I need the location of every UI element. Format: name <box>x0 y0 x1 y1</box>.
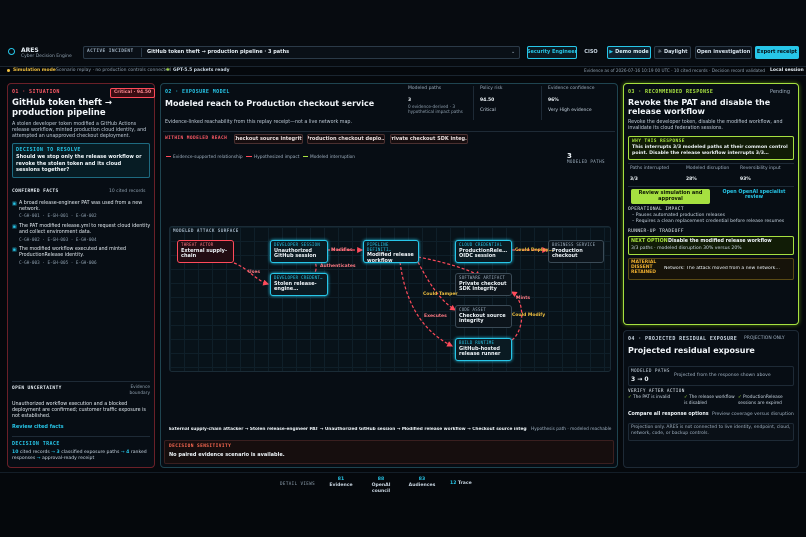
metric-reversibility: Reversibility input 93% <box>740 166 794 183</box>
node-business-service[interactable]: BUSINESS SERVICE Production checkout <box>548 240 604 263</box>
residual-section-label: 04 · PROJECTED RESIDUAL EXPOSURE <box>628 336 738 342</box>
openai-specialist-link[interactable]: Open OpenAI specialist review <box>716 190 792 201</box>
impact-text: Requires a clean replacement credential … <box>635 218 785 224</box>
metric-label: Modeled disruption <box>686 166 730 171</box>
verify-label: VERIFY AFTER ACTION <box>628 389 685 394</box>
sensitivity-label: DECISION SENSITIVITY <box>169 444 232 449</box>
detail-views-bar <box>0 472 806 502</box>
node-tag: THREAT ACTOR <box>181 242 214 247</box>
response-metrics: Paths interrupted 3/3 Modeled disruption… <box>628 163 794 187</box>
dissent-text: Network: The attack moved from a new net… <box>664 266 780 271</box>
detail-view-audiences[interactable]: 83 Audiences <box>407 477 437 489</box>
edge-executes <box>399 261 454 347</box>
verify-text: The release workflow is disabled <box>684 395 735 406</box>
detail-views-label: DETAIL VIEWS <box>280 481 316 486</box>
tradeoff-label: RUNNER-UP TRADEOFF <box>628 229 684 234</box>
node-tag: BUSINESS SERVICE <box>552 242 596 247</box>
detail-view-name: Audiences <box>408 482 436 488</box>
verify-item: ✓ The release workflow is disabled <box>684 395 738 406</box>
node-code-asset[interactable]: CODE ASSET Checkout source integrity <box>455 305 512 328</box>
impact-label: OPERATIONAL IMPACT <box>628 207 684 212</box>
node-tag: CLOUD CREDENTIAL <box>459 242 503 247</box>
metric-value: 28% <box>686 176 697 182</box>
node-pipeline-definition[interactable]: PIPELINE DEFINITI… Modified release workf… <box>363 240 419 264</box>
response-title: Revoke the PAT and disable the release w… <box>628 98 771 116</box>
residual-title: Projected residual exposure <box>628 346 755 355</box>
node-name: Modified release workflow <box>367 252 414 264</box>
metric-paths-interrupted: Paths interrupted 3/3 <box>630 166 682 183</box>
dissent-tag: MATERIAL DISSENT RETAINED <box>631 260 657 276</box>
metric-label: Reversibility input <box>740 166 781 171</box>
path-tag: Hypothesis path · modeled reachable <box>531 427 612 432</box>
residual-paths-value: 3 → 0 <box>631 376 649 383</box>
impact-list: – Pauses automated production releases –… <box>632 213 794 225</box>
next-option-tag: NEXT OPTION <box>631 239 668 244</box>
response-status: Pending <box>770 89 790 95</box>
node-name: GitHub-hosted release runner <box>459 345 501 358</box>
detail-view-count: 88 <box>377 477 385 482</box>
next-option-title: Disable the modified release workflow <box>668 239 772 244</box>
residual-paths-note: Projected from the response shown above <box>674 373 771 378</box>
why-text: This interrupts 3/3 modeled paths at the… <box>632 145 788 157</box>
node-name: Production checkout <box>552 247 583 260</box>
metric-value: 3/3 <box>630 176 638 182</box>
verify-text: The PAT is invalid <box>632 395 671 400</box>
edge-label-could-tamper: Could Tamper <box>423 292 458 297</box>
response-section-label: 03 · RECOMMENDED RESPONSE <box>628 89 714 95</box>
review-simulation-button[interactable]: Review simulation and approval <box>631 189 710 204</box>
impact-text: Pauses automated production releases <box>635 213 726 218</box>
detail-view-count: 12 <box>450 481 457 486</box>
node-tag: SOFTWARE ARTIFACT <box>459 275 506 280</box>
node-name: Unauthorized GitHub session <box>274 247 317 260</box>
edge-label-modifies: Modifies <box>331 248 353 253</box>
node-tag: DEVELOPER SESSION <box>274 242 321 247</box>
edge-label-authenticates: Authenticates <box>320 264 356 269</box>
sensitivity-text: No paired evidence scenario is available… <box>169 452 285 458</box>
node-tag: BUILD RUNTIME <box>459 340 495 345</box>
node-name: Checkout source integrity <box>459 312 506 325</box>
next-option-note: 3/3 paths · modeled disruption 30% versu… <box>631 246 742 251</box>
verify-item: ✓ ProductionRelease sessions are expired <box>738 395 794 406</box>
detail-view-trace[interactable]: 12 Trace <box>450 481 472 487</box>
node-tag: DEVELOPER CREDENT… <box>274 275 323 280</box>
detail-view-evidence[interactable]: 81 Evidence <box>326 477 356 489</box>
compare-options-link[interactable]: Compare all response options <box>628 412 709 418</box>
metric-label: Paths interrupted <box>630 166 670 171</box>
node-build-runtime[interactable]: BUILD RUNTIME GitHub-hosted release runne… <box>455 338 512 361</box>
detail-view-council[interactable]: 88 OpenAI council <box>366 477 396 495</box>
node-developer-credential[interactable]: DEVELOPER CREDENT… Stolen release-engine… <box>270 273 328 296</box>
node-software-artifact[interactable]: SOFTWARE ARTIFACT Private checkout SDK in… <box>455 273 512 296</box>
response-description: Revoke the developer token, disable the … <box>628 120 783 132</box>
node-name: ProductionRele… OIDC session <box>459 247 508 260</box>
verify-item: ✓ The PAT is invalid <box>628 395 676 401</box>
node-threat-actor[interactable]: THREAT ACTOR External supply-chain <box>177 240 234 263</box>
node-tag: CODE ASSET <box>459 307 487 312</box>
edge-could-tamper <box>417 261 456 311</box>
edge-label-executes: Executes <box>424 314 447 319</box>
node-developer-session[interactable]: DEVELOPER SESSION Unauthorized GitHub ses… <box>270 240 328 263</box>
node-name: External supply-chain <box>181 247 228 260</box>
impact-item: – Requires a clean replacement credentia… <box>632 218 785 224</box>
edge-label-uses: Uses <box>248 270 261 275</box>
edge-label-could-modify: Could Modify <box>512 313 546 318</box>
why-label: WHY THIS RESPONSE <box>632 139 685 144</box>
residual-paths-label: MODELED PATHS <box>631 369 670 374</box>
compare-note: Preview coverage versus disruption <box>712 412 794 417</box>
residual-tag: PROJECTION ONLY <box>744 336 785 341</box>
path-summary: External supply-chain attacker → Stolen … <box>169 427 527 432</box>
verify-text: ProductionRelease sessions are expired <box>738 395 783 406</box>
metric-modeled-disruption: Modeled disruption 28% <box>686 166 738 183</box>
node-name: Stolen release-engine… <box>274 280 317 293</box>
metric-value: 93% <box>740 176 751 182</box>
detail-view-name: OpenAI council <box>371 482 391 494</box>
node-tag: PIPELINE DEFINITI… <box>367 242 392 252</box>
edge-label-could-deploy: Could Deploy… <box>515 248 554 253</box>
residual-footnote: Projection only. ARES is not connected t… <box>631 425 791 436</box>
detail-view-name: Trace <box>457 481 472 486</box>
edge-label-mints: Mints <box>516 296 531 301</box>
node-name: Private checkout SDK integrity <box>459 280 507 293</box>
node-cloud-credential[interactable]: CLOUD CREDENTIAL ProductionRele… OIDC ses… <box>455 240 512 263</box>
detail-view-name: Evidence <box>329 482 353 488</box>
